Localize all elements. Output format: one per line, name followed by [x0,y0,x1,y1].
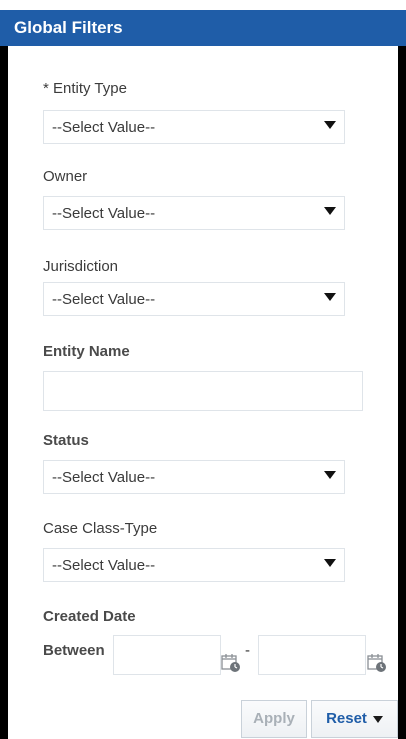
date-range-separator: - [245,642,250,659]
case-class-type-label: Case Class-Type [43,520,158,537]
status-value: --Select Value-- [52,469,156,486]
created-date-from-input[interactable] [113,635,221,675]
status-select[interactable]: --Select Value-- [43,460,345,494]
created-date-label: Created Date [43,608,136,625]
chevron-down-icon [324,121,336,129]
filters-panel: * Entity Type --Select Value-- Owner --S… [8,46,398,739]
reset-button[interactable]: Reset [311,700,398,738]
status-label: Status [43,432,89,449]
between-label: Between [43,642,105,659]
calendar-icon[interactable] [366,652,388,674]
panel-header: Global Filters [0,10,406,46]
entity-type-label: * Entity Type [43,80,127,97]
panel-right-edge [398,10,406,739]
panel-title: Global Filters [14,18,123,37]
panel-left-edge [0,10,8,739]
entity-type-select[interactable]: --Select Value-- [43,110,345,144]
created-date-to-input[interactable] [258,635,366,675]
reset-button-label: Reset [326,710,367,727]
owner-label: Owner [43,168,88,185]
caret-down-icon [372,715,383,723]
entity-type-value: --Select Value-- [52,119,156,136]
top-strip [0,0,406,10]
chevron-down-icon [324,293,336,301]
entity-name-label: Entity Name [43,343,130,360]
case-class-type-value: --Select Value-- [52,557,156,574]
chevron-down-icon [324,207,336,215]
owner-select[interactable]: --Select Value-- [43,196,345,230]
jurisdiction-select[interactable]: --Select Value-- [43,282,345,316]
chevron-down-icon [324,559,336,567]
jurisdiction-label: Jurisdiction [43,258,119,275]
entity-name-input[interactable] [43,371,363,411]
apply-button[interactable]: Apply [241,700,307,738]
owner-value: --Select Value-- [52,205,156,222]
jurisdiction-value: --Select Value-- [52,291,156,308]
apply-button-label: Apply [253,710,295,727]
chevron-down-icon [324,471,336,479]
case-class-type-select[interactable]: --Select Value-- [43,548,345,582]
calendar-icon[interactable] [220,652,242,674]
